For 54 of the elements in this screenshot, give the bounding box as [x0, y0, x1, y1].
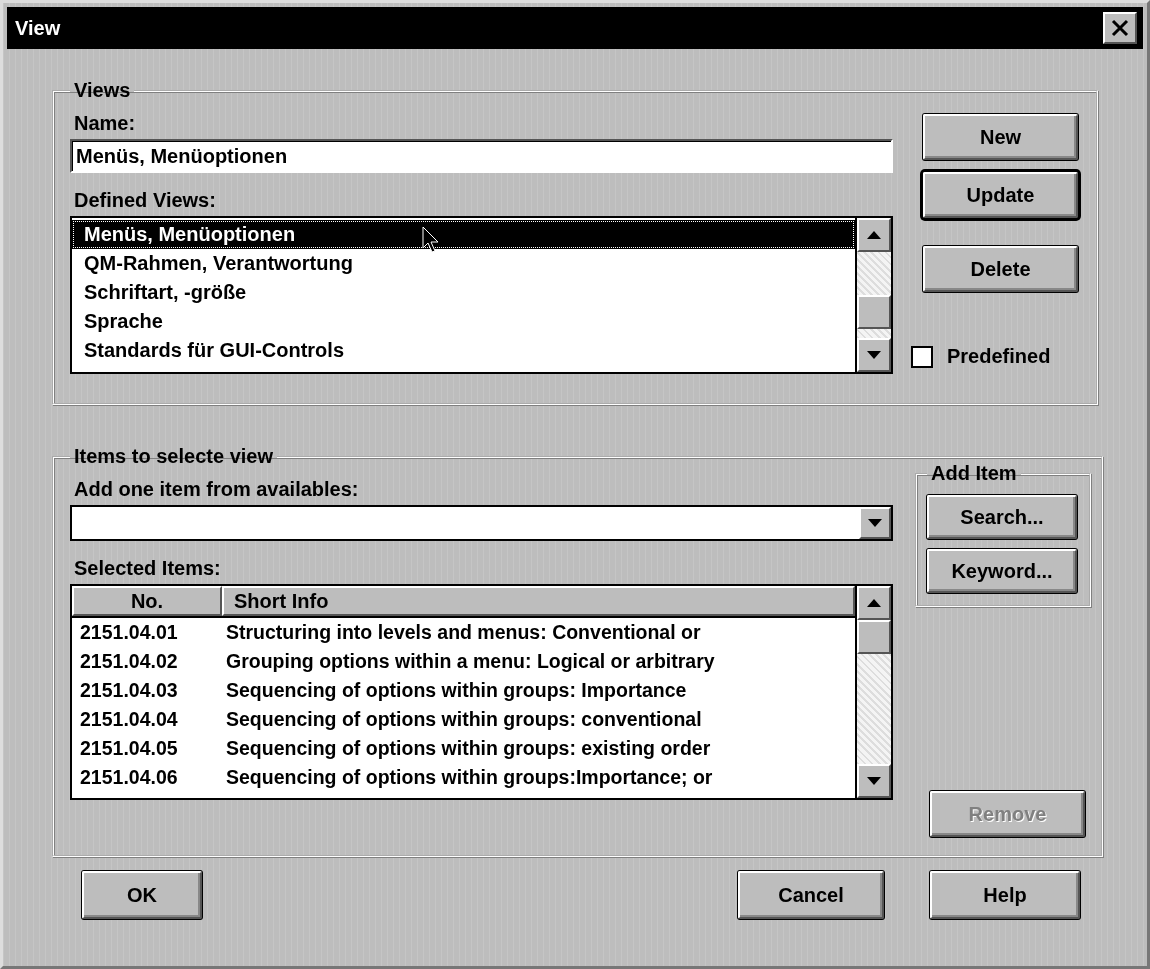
table-cell-text: 2151.04.04	[79, 708, 179, 731]
group-title: Add Item	[930, 462, 1018, 485]
group-title: Views	[73, 79, 132, 102]
action-button[interactable]: New	[923, 114, 1078, 160]
table-cell-text: 2151.04.03	[79, 679, 179, 702]
table-cell-text: 2151.04.02	[79, 650, 179, 673]
table-label: Selected Items:	[74, 557, 222, 580]
table-cell-text: 2151.04.06	[79, 766, 179, 789]
group-title: Items to selecte view	[73, 445, 274, 468]
column-header[interactable]: Short Info	[222, 586, 855, 616]
dialog-button[interactable]: OK	[82, 871, 202, 919]
list-item[interactable]: QM-Rahmen, Verantwortung	[72, 249, 855, 278]
table-cell-text: 2151.04.01	[79, 621, 179, 644]
scroll-thumb[interactable]	[857, 295, 891, 330]
list-item[interactable]: Sprache	[72, 307, 855, 336]
action-button[interactable]: Delete	[923, 246, 1078, 292]
field-label: Name:	[74, 112, 137, 135]
table-cell-text: Sequencing of options within groups: Importance	[225, 679, 687, 702]
list-item[interactable]: Standards für GUI-Controls	[72, 336, 855, 365]
close-button[interactable]	[1103, 12, 1137, 44]
scroll-up-button[interactable]	[857, 586, 891, 620]
action-button[interactable]: Search...	[927, 495, 1077, 539]
list-label: Defined Views:	[74, 189, 217, 212]
name-field[interactable]: Menüs, Menüoptionen	[70, 139, 893, 173]
close-icon	[1110, 18, 1130, 38]
scroll-up-button[interactable]	[857, 218, 891, 252]
table-cell-text: Sequencing of options within groups:Importance; or	[225, 766, 713, 789]
table-cell-text: Sequencing of options within groups: conventional	[225, 708, 702, 731]
scroll-thumb[interactable]	[857, 620, 891, 654]
dialog-button[interactable]: Cancel	[738, 871, 884, 919]
table-cell-text: 2151.04.05	[79, 737, 179, 760]
field-label: Add one item from availables:	[74, 478, 360, 501]
scroll-down-button[interactable]	[857, 764, 891, 798]
dropdown-field[interactable]	[70, 505, 893, 541]
up-arrow-icon	[866, 230, 882, 240]
list-item[interactable]: Schriftart, -größe	[72, 278, 855, 307]
checkbox-label[interactable]: Predefined	[947, 345, 1051, 368]
dialog-button[interactable]: Help	[930, 871, 1080, 919]
table-cell-text: Grouping options within a menu: Logical or arbitrary	[225, 650, 715, 673]
checkbox[interactable]	[911, 345, 933, 368]
column-header[interactable]: No.	[72, 586, 222, 616]
table-cell-text: Structuring into levels and menus: Conventional or	[225, 621, 701, 644]
down-arrow-icon	[867, 518, 883, 528]
window-title: View	[15, 16, 61, 40]
down-arrow-icon	[866, 776, 882, 786]
action-button[interactable]: Keyword...	[927, 549, 1077, 593]
action-button[interactable]: Update	[923, 172, 1078, 218]
up-arrow-icon	[866, 598, 882, 608]
table-cell-text: Sequencing of options within groups: existing order	[225, 737, 711, 760]
scroll-down-button[interactable]	[857, 338, 891, 372]
down-arrow-icon	[866, 350, 882, 360]
dropdown-button[interactable]	[859, 507, 891, 539]
list-item[interactable]: Menüs, Menüoptionen	[72, 220, 855, 249]
views-list[interactable]: Menüs, Menüoptionen QM-Rahmen, Verantwortung Schriftart, -größe Sprache Standards für GUI-Controls	[70, 216, 893, 374]
